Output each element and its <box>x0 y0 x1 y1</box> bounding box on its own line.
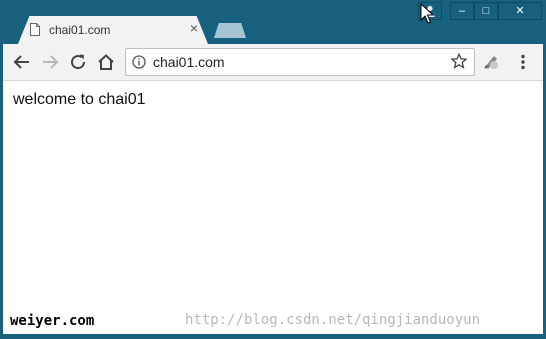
mouse-cursor-icon <box>420 3 434 24</box>
forward-arrow-icon[interactable] <box>41 53 59 71</box>
tab-active[interactable]: chai01.com × <box>18 16 208 44</box>
minimize-button[interactable]: – <box>450 2 474 20</box>
watermark-right: http://blog.csdn.net/qingjianduoyun <box>185 312 481 328</box>
extension-brush-icon[interactable] <box>482 53 500 71</box>
welcome-text: welcome to chai01 <box>13 91 146 108</box>
tab-close-icon[interactable]: × <box>190 21 198 35</box>
back-arrow-icon[interactable] <box>13 53 31 71</box>
watermark-left: weiyer.com <box>10 313 95 329</box>
new-tab-button[interactable] <box>214 23 246 38</box>
address-bar[interactable]: chai01.com <box>125 48 475 76</box>
close-window-button[interactable]: ✕ <box>498 2 542 20</box>
reload-icon[interactable] <box>69 53 87 71</box>
tab-title: chai01.com <box>49 23 111 37</box>
page-content: welcome to chai01 <box>3 81 543 334</box>
browser-window: chai01.com × – □ ✕ chai01.com welcome to… <box>0 0 546 339</box>
page-icon <box>30 23 40 36</box>
menu-dots-icon[interactable] <box>514 53 532 71</box>
info-icon[interactable] <box>132 55 146 69</box>
home-icon[interactable] <box>97 53 115 71</box>
browser-toolbar: chai01.com <box>3 44 543 81</box>
address-bar-url[interactable]: chai01.com <box>153 54 225 70</box>
maximize-button[interactable]: □ <box>474 2 498 20</box>
bookmark-star-icon[interactable] <box>451 53 467 69</box>
